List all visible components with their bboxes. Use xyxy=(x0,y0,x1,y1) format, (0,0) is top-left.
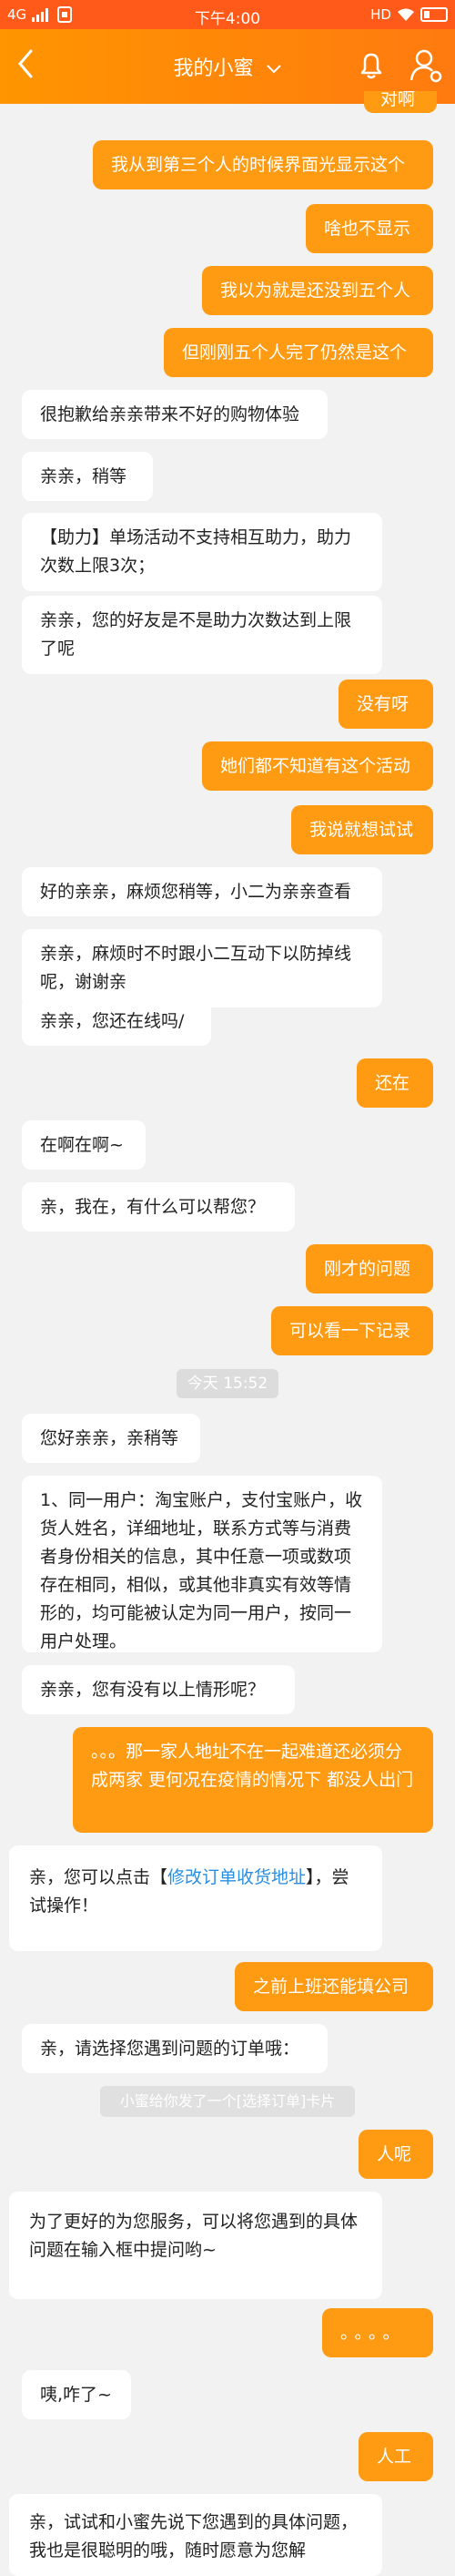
chat-bubble: 还在 xyxy=(357,1058,433,1108)
message-text: 亲亲，您还在线吗/ xyxy=(40,1011,185,1031)
chat-bubble: 啥也不显示 xyxy=(306,204,433,253)
message-text: 我从到第三个人的时候界面光显示这个 xyxy=(111,155,406,175)
message-text: 1、同一用户：淘宝账户，支付宝账户，收货人姓名，详细地址，联系方式等与消费者身份… xyxy=(40,1490,363,1651)
notification-button[interactable] xyxy=(355,49,388,82)
chat-bubble: 好的亲亲，麻烦您稍等，小二为亲亲查看 xyxy=(22,867,382,916)
chat-bubble: 我从到第三个人的时候界面光显示这个 xyxy=(93,140,433,189)
message-text: 亲，请选择您遇到问题的订单哦： xyxy=(40,2039,300,2059)
user-settings-button[interactable] xyxy=(408,47,444,84)
chat-bubble: 您好亲亲，亲稍等 xyxy=(22,1414,200,1463)
message-text: 她们都不知道有这个活动 xyxy=(220,756,411,776)
chat-bubble: 我说就想试试 xyxy=(291,805,433,854)
card-notice[interactable]: 小蜜给你发了一个[选择订单]卡片 xyxy=(100,2086,355,2117)
chat-bubble: 但刚刚五个人完了仍然是这个 xyxy=(164,328,433,377)
chat-bubble: 亲亲，您还在线吗/ xyxy=(22,997,211,1046)
message-text: 对啊 xyxy=(380,91,416,109)
message-text: 之前上班还能填公司 xyxy=(253,1977,410,1997)
chat-bubble: 之前上班还能填公司 xyxy=(235,1962,433,2011)
message-text: 还在 xyxy=(375,1073,410,1093)
message-text: 人工 xyxy=(377,2447,412,2467)
message-text: 您好亲亲，亲稍等 xyxy=(40,1428,179,1448)
message-text: 。。。那一家人地址不在一起难道还必须分成两家 更何况在疫情的情况下 都没人出门 xyxy=(91,1742,414,1790)
chat-bubble: 在啊在啊~ xyxy=(22,1120,146,1170)
message-text: 亲，我在，有什么可以帮您？ xyxy=(40,1197,266,1217)
message-text: 。。。。 xyxy=(340,2323,406,2343)
chat-bubble: 咦,咋了~ xyxy=(22,2370,131,2419)
message-text: 在啊在啊~ xyxy=(40,1135,124,1155)
chat-bubble: 对啊 xyxy=(364,91,437,113)
chat-bubble: 亲，您可以点击【修改订单收货地址】，尝试操作！ xyxy=(9,1845,382,1951)
message-text: 我说就想试试 xyxy=(309,820,414,840)
message-text: 人呢 xyxy=(377,2144,412,2164)
message-text: 可以看一下记录 xyxy=(289,1321,411,1341)
message-text: 很抱歉给亲亲带来不好的购物体验 xyxy=(40,404,300,424)
chat-bubble: 1、同一用户：淘宝账户，支付宝账户，收货人姓名，详细地址，联系方式等与消费者身份… xyxy=(22,1476,382,1652)
message-text: 好的亲亲，麻烦您稍等，小二为亲亲查看 xyxy=(40,882,352,902)
chat-bubble: 亲亲，您有没有以上情形呢？ xyxy=(22,1665,295,1714)
message-text: 但刚刚五个人完了仍然是这个 xyxy=(182,342,408,363)
status-right: HD xyxy=(370,6,448,23)
status-bar: 4G 下午4:00 HD xyxy=(0,0,455,29)
user-settings-icon xyxy=(410,49,442,83)
message-text: 咦,咋了~ xyxy=(40,2385,112,2405)
chat-bubble: 没有呀 xyxy=(339,680,433,729)
message-text: 亲亲，您的好友是不是助力次数达到上限了呢 xyxy=(40,610,352,659)
chat-bubble: 人工 xyxy=(359,2432,433,2481)
chevron-down-icon xyxy=(266,65,281,74)
message-text: 亲亲，麻烦时不时跟小二互动下以防掉线呢，谢谢亲 xyxy=(40,944,352,992)
chat-bubble: 亲，试试和小蜜先说下您遇到的具体问题，我也是很聪明的哦，随时愿意为您解 xyxy=(9,2494,382,2576)
message-text: 刚才的问题 xyxy=(324,1259,411,1279)
chat-bubble: 【助力】单场活动不支持相互助力，助力次数上限3次； xyxy=(22,513,382,591)
message-text: 为了更好的为您服务，可以将您遇到的具体问题在输入框中提问哟~ xyxy=(29,2212,359,2260)
chat-bubble: 她们都不知道有这个活动 xyxy=(202,741,433,791)
message-text: 亲，试试和小蜜先说下您遇到的具体问题，我也是很聪明的哦，随时愿意为您解 xyxy=(29,2512,359,2561)
chat-bubble: 我以为就是还没到五个人 xyxy=(202,266,433,315)
wifi-icon xyxy=(398,8,414,21)
hd-label: HD xyxy=(370,6,391,23)
time-divider: 今天 15:52 xyxy=(177,1369,278,1398)
modify-address-link[interactable]: 修改订单收货地址 xyxy=(167,1867,306,1887)
chat-bubble: 亲，请选择您遇到问题的订单哦： xyxy=(22,2024,328,2073)
battery-icon xyxy=(420,7,448,22)
bell-icon xyxy=(360,53,382,79)
chat-bubble: 人呢 xyxy=(359,2130,433,2179)
message-text: 亲亲，稍等 xyxy=(40,466,127,486)
chat-bubble: 很抱歉给亲亲带来不好的购物体验 xyxy=(22,390,328,439)
message-text: 【助力】单场活动不支持相互助力，助力次数上限3次； xyxy=(40,527,352,576)
message-text: 没有呀 xyxy=(357,694,410,714)
chat-bubble: 亲亲，稍等 xyxy=(22,452,153,501)
message-text: 亲亲，您有没有以上情形呢？ xyxy=(40,1680,266,1700)
message-text-before: 亲，您可以点击【 xyxy=(29,1867,168,1887)
chat-bubble: 刚才的问题 xyxy=(306,1244,433,1293)
chat-bubble: 亲亲，您的好友是不是助力次数达到上限了呢 xyxy=(22,596,382,674)
chat-bubble: 可以看一下记录 xyxy=(271,1306,433,1355)
chat-bubble: 。。。那一家人地址不在一起难道还必须分成两家 更何况在疫情的情况下 都没人出门 xyxy=(73,1727,433,1833)
chat-bubble: 。。。。 xyxy=(322,2308,433,2357)
chat-bubble: 亲，我在，有什么可以帮您？ xyxy=(22,1182,295,1232)
chat-bubble: 为了更好的为您服务，可以将您遇到的具体问题在输入框中提问哟~ xyxy=(9,2192,382,2299)
message-text: 我以为就是还没到五个人 xyxy=(220,281,411,301)
page-title-text: 我的小蜜 xyxy=(173,57,254,80)
message-text: 啥也不显示 xyxy=(324,219,411,239)
